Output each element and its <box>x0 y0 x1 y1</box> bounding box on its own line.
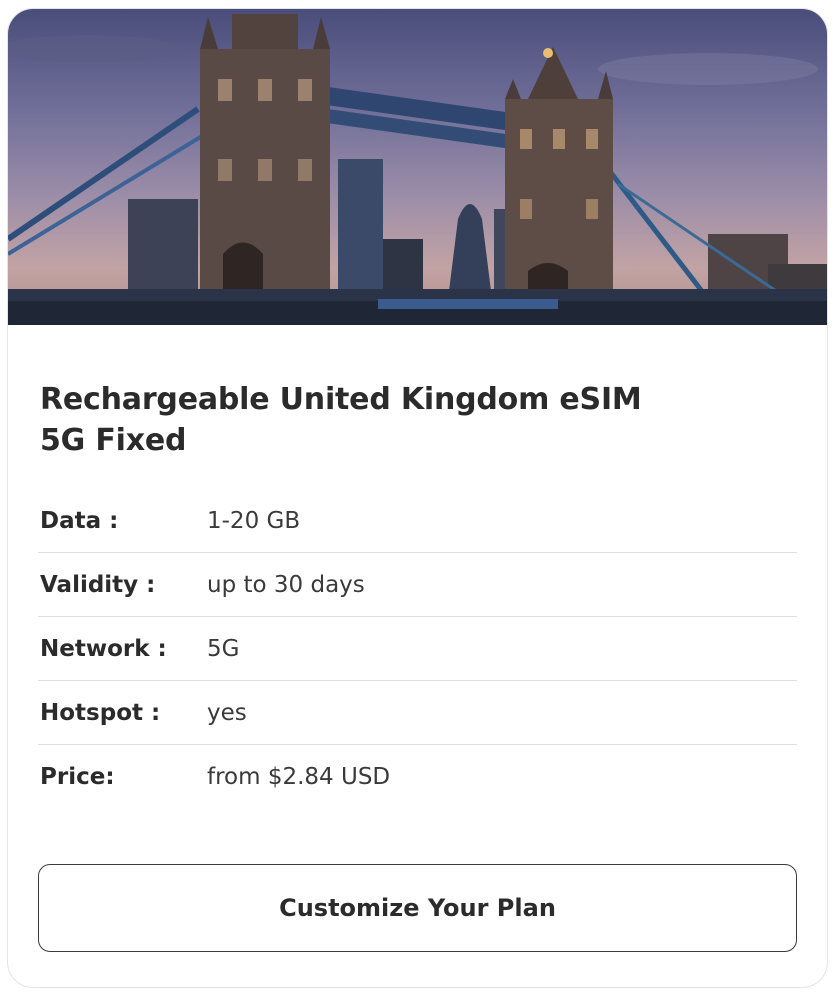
product-image <box>8 9 827 325</box>
spec-row-price: Price: from $2.84 USD <box>38 745 797 809</box>
spec-label: Network : <box>40 636 167 662</box>
product-title: Rechargeable United Kingdom eSIM 5G Fixe… <box>40 379 740 461</box>
spec-label: Validity : <box>40 572 156 598</box>
spec-value: yes <box>207 700 247 726</box>
spec-label: Data : <box>40 508 119 534</box>
spec-row-validity: Validity : up to 30 days <box>38 553 797 617</box>
spec-value: 1-20 GB <box>207 508 301 534</box>
customize-plan-button[interactable]: Customize Your Plan <box>38 864 797 952</box>
spec-row-data: Data : 1-20 GB <box>38 489 797 553</box>
spec-row-hotspot: Hotspot : yes <box>38 681 797 745</box>
spec-row-network: Network : 5G <box>38 617 797 681</box>
product-title-line-1: Rechargeable United Kingdom eSIM <box>40 382 642 417</box>
esim-plan-card: Rechargeable United Kingdom eSIM 5G Fixe… <box>7 8 828 988</box>
product-title-line-2: 5G Fixed <box>40 423 187 458</box>
spec-value: from $2.84 USD <box>207 764 391 790</box>
spec-value: up to 30 days <box>207 572 365 598</box>
spec-value: 5G <box>207 636 240 662</box>
spec-label: Price: <box>40 764 115 790</box>
tower-bridge-illustration <box>8 14 827 325</box>
spec-label: Hotspot : <box>40 700 161 726</box>
